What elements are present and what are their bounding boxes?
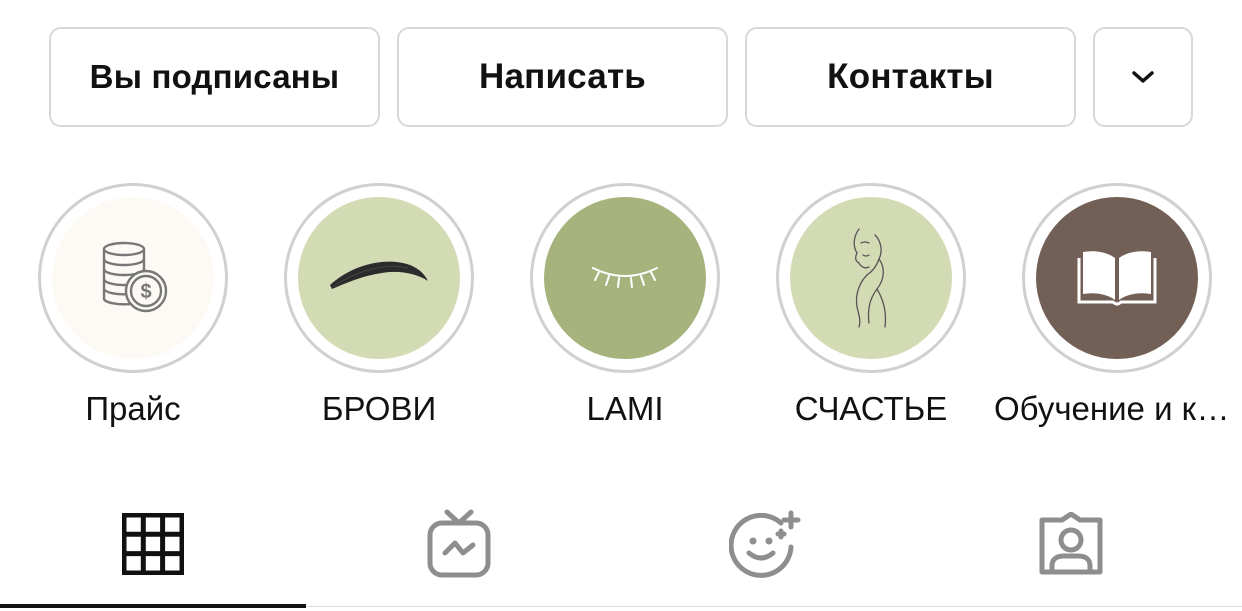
eyebrow-icon [330,261,428,289]
highlight-cover [790,197,952,359]
highlight-lami[interactable]: LAMI [502,183,748,433]
highlight-ring [284,183,474,373]
coins-dollar-icon: $ [102,241,168,313]
chevron-down-icon [1132,71,1154,83]
face-effects-icon [729,510,801,578]
highlight-label: СЧАСТЬЕ [794,390,948,427]
tagged-user-icon [1039,512,1103,575]
highlight-ring [530,183,720,373]
svg-text:$: $ [140,281,151,303]
tab-grid[interactable] [0,480,306,608]
open-book-icon [1077,251,1157,306]
highlight-label: Прайс [85,390,181,427]
highlight-label: БРОВИ [321,390,437,427]
profile-tab-bar [0,480,1242,611]
highlight-cover [544,197,706,359]
following-button[interactable]: Вы подписаны [49,27,380,127]
highlight-ring: $ [38,183,228,373]
tab-tagged[interactable] [918,480,1224,608]
highlight-ring [1022,183,1212,373]
highlight-ring [776,183,966,373]
highlight-label: Обучение и консультации [994,390,1240,427]
tab-effects[interactable] [612,480,918,608]
contacts-button[interactable]: Контакты [745,27,1076,127]
igtv-icon [427,509,491,578]
highlight-label: LAMI [586,390,664,427]
tab-igtv[interactable] [306,480,612,608]
tab-divider [306,606,1242,607]
face-line-art-icon [853,228,887,328]
message-button[interactable]: Написать [397,27,728,127]
grid-icon [122,513,184,575]
highlight-cover [1036,197,1198,359]
profile-actions: Вы подписаны Написать Контакты [0,0,1242,140]
highlight-brows[interactable]: БРОВИ [256,183,502,433]
active-tab-indicator [0,604,306,608]
highlight-cover: $ [52,197,214,359]
closed-eye-lashes-icon [592,267,658,288]
more-options-button[interactable] [1093,27,1193,127]
highlight-price[interactable]: $ Прайс [10,183,256,433]
highlight-cover [298,197,460,359]
highlight-education[interactable]: Обучение и консультации [994,183,1240,433]
highlight-happiness[interactable]: СЧАСТЬЕ [748,183,994,433]
